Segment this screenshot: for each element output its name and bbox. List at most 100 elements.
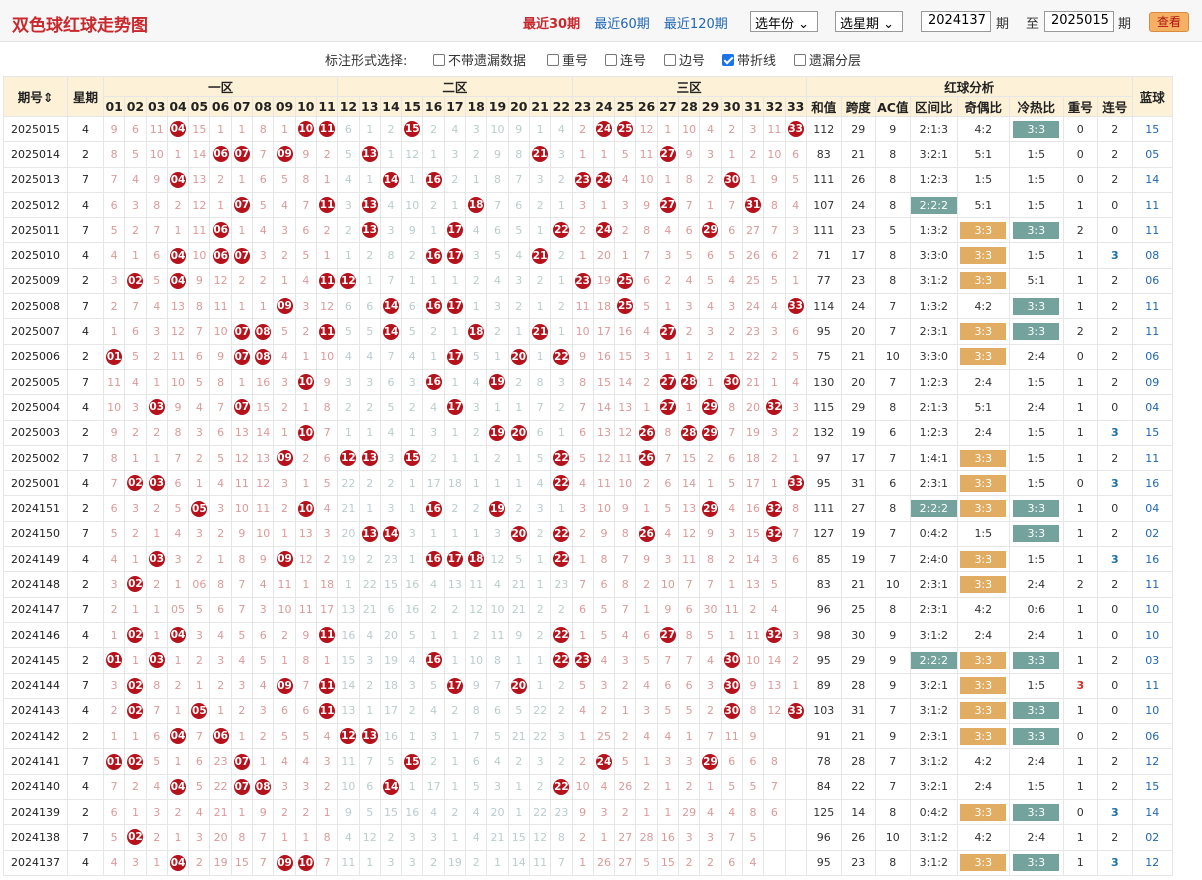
- number-cell: 7: [252, 849, 275, 876]
- checkbox-icon[interactable]: [547, 54, 559, 66]
- blue-header: 蓝球: [1131, 76, 1173, 117]
- number-cell: 3: [784, 217, 807, 244]
- number-cell: 2: [315, 546, 339, 573]
- number-cell: 3: [166, 546, 190, 573]
- number-cell: 3: [678, 293, 701, 320]
- number-cell: 14: [678, 470, 701, 497]
- number-cell: 1: [699, 191, 722, 219]
- number-cell: 8: [550, 824, 573, 851]
- weekday-cell: 7: [67, 166, 104, 193]
- number-cell: 7: [188, 318, 211, 345]
- number-cell: 1: [486, 394, 509, 421]
- number-cell: 21: [337, 495, 360, 522]
- span-cell: 19: [840, 520, 876, 548]
- table-row: 2024147 7 2 1 1 05 5 6 7 3 10 11 17 13 21 6 16 2 2 12 10 21 2 2…: [3, 596, 1173, 623]
- option-edge[interactable]: 边号: [664, 50, 705, 69]
- number-cell: 1: [443, 520, 467, 548]
- period-60-link[interactable]: 最近60期: [594, 17, 650, 32]
- number-cell: 8: [230, 824, 254, 851]
- number-cell: [784, 799, 807, 826]
- option-consec[interactable]: 连号: [605, 50, 646, 69]
- number-cell: 16: [422, 546, 445, 573]
- number-cell: 8: [571, 368, 594, 396]
- hot-cold-badge: 3:3: [1013, 323, 1060, 341]
- number-cell: 1: [230, 166, 254, 193]
- number-cell: 9: [401, 217, 424, 244]
- number-cell: 4: [315, 723, 339, 750]
- number-cell: 8: [784, 495, 807, 522]
- number-cell: 1: [422, 621, 445, 649]
- number-cell: 1: [550, 495, 573, 522]
- number-cell: 9: [614, 495, 637, 522]
- option-repeat[interactable]: 重号: [547, 50, 588, 69]
- option-line[interactable]: 带折线: [722, 50, 776, 69]
- checkbox-icon[interactable]: [433, 54, 445, 66]
- from-issue-input[interactable]: 2024137: [921, 11, 991, 32]
- weekday-select[interactable]: 选星期 ⌄: [835, 11, 903, 32]
- number-cell: 23: [209, 748, 232, 775]
- number-cell: 4: [465, 824, 488, 851]
- number-cell: 3: [230, 672, 254, 699]
- number-cell: 2: [528, 621, 552, 649]
- option-layer[interactable]: 遗漏分层: [794, 50, 861, 69]
- to-issue-input[interactable]: 2025015: [1044, 11, 1114, 32]
- number-cell: 5: [294, 723, 317, 750]
- issue-cell: 2025015: [3, 115, 68, 143]
- number-cell: 9: [507, 621, 530, 649]
- number-cell: 4: [635, 723, 658, 750]
- number-cell: 15: [507, 824, 530, 851]
- checkbox-icon[interactable]: [664, 54, 676, 66]
- number-cell: 19: [379, 647, 403, 674]
- number-cell: 8: [315, 824, 339, 851]
- consec-cell: 0: [1096, 495, 1133, 522]
- odd-even-badge: 3:3: [960, 575, 1007, 593]
- number-cell: 7: [379, 267, 403, 295]
- number-cell: 4: [720, 267, 743, 295]
- period-30-link[interactable]: 最近30期: [523, 17, 580, 32]
- number-cell: 12: [678, 520, 701, 548]
- red-ball: 32: [766, 399, 783, 416]
- checkbox-icon[interactable]: [605, 54, 617, 66]
- number-cell: 3: [550, 723, 573, 750]
- number-cell: 3: [720, 520, 743, 548]
- span-cell: 20: [840, 368, 876, 396]
- number-cell: 1: [145, 621, 168, 649]
- number-cell: 2: [507, 495, 530, 522]
- number-cell: 1: [294, 394, 317, 421]
- number-cell: 7: [763, 773, 786, 801]
- weekday-cell: 4: [67, 191, 104, 219]
- number-cell: 4: [614, 166, 637, 193]
- ac-cell: 7: [874, 546, 911, 573]
- number-cell: 27: [656, 141, 680, 168]
- number-cell: 3: [379, 495, 403, 522]
- number-cell: 17: [443, 394, 467, 421]
- number-cell: 13: [358, 217, 381, 244]
- span-cell: 23: [840, 267, 876, 295]
- weekday-cell: 7: [67, 368, 104, 396]
- option-label: 重号: [562, 54, 589, 69]
- number-header: 17: [443, 96, 467, 117]
- checkbox-checked-icon[interactable]: [722, 54, 734, 66]
- red-ball: 07: [233, 778, 250, 795]
- number-cell: 9: [294, 621, 317, 649]
- number-cell: 2: [635, 773, 658, 801]
- number-cell: 7: [656, 647, 680, 674]
- period-120-link[interactable]: 最近120期: [664, 17, 728, 32]
- checkbox-icon[interactable]: [794, 54, 806, 66]
- red-ball: 16: [425, 171, 442, 188]
- number-cell: 2: [614, 672, 637, 699]
- span-cell: 28: [840, 748, 876, 775]
- number-cell: 31: [741, 191, 765, 219]
- issue-header[interactable]: 期号⇕: [3, 76, 68, 117]
- year-select[interactable]: 选年份 ⌄: [750, 11, 818, 32]
- number-cell: 11: [337, 748, 360, 775]
- year-select-value: 选年份: [755, 17, 795, 32]
- number-header: 14: [379, 96, 403, 117]
- query-button[interactable]: 查看: [1149, 12, 1189, 32]
- number-cell: 22: [550, 343, 573, 370]
- option-no-miss[interactable]: 不带遗漏数据: [433, 50, 526, 69]
- sum-cell: 111: [805, 166, 842, 193]
- number-cell: 15: [741, 520, 765, 548]
- number-cell: 1: [741, 166, 765, 193]
- number-cell: 2: [188, 444, 211, 472]
